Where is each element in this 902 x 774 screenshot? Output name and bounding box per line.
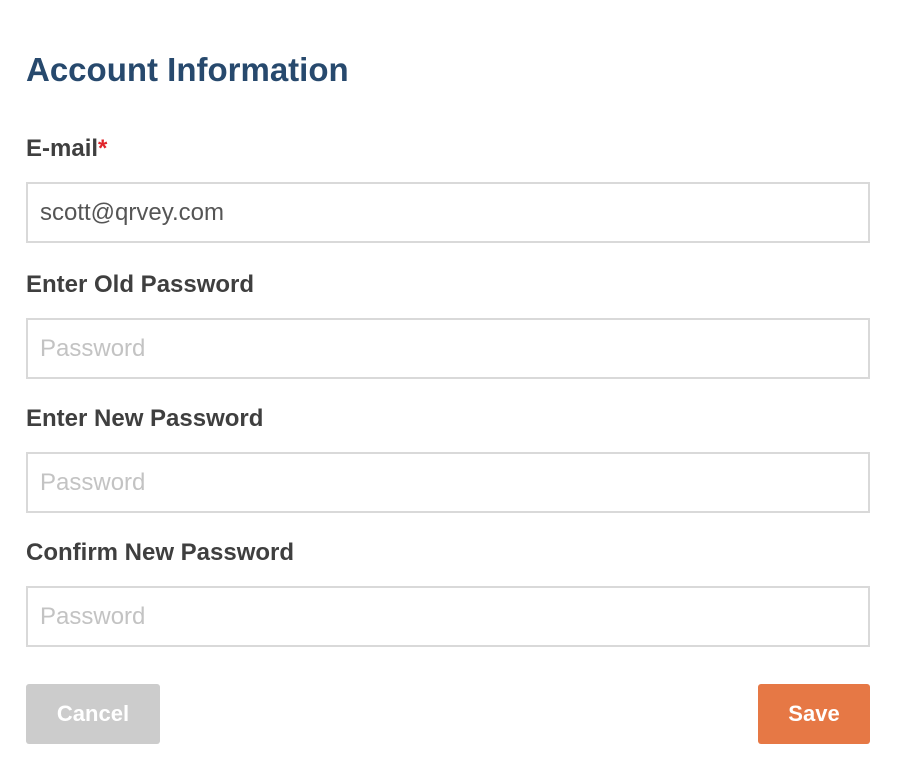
save-button[interactable]: Save [758,684,870,744]
cancel-button[interactable]: Cancel [26,684,160,744]
email-label: E-mail* [26,134,107,164]
new-password-field[interactable] [26,452,870,513]
email-label-text: E-mail [26,135,99,162]
section-title: Account Information [26,51,349,88]
old-password-field[interactable] [26,318,870,379]
new-password-label: Enter New Password [26,405,264,432]
old-password-label: Enter Old Password [26,271,255,298]
confirm-password-field[interactable] [26,586,870,647]
confirm-password-label: Confirm New Password [26,539,295,566]
email-field[interactable] [26,182,870,243]
required-asterisk: * [98,135,108,162]
